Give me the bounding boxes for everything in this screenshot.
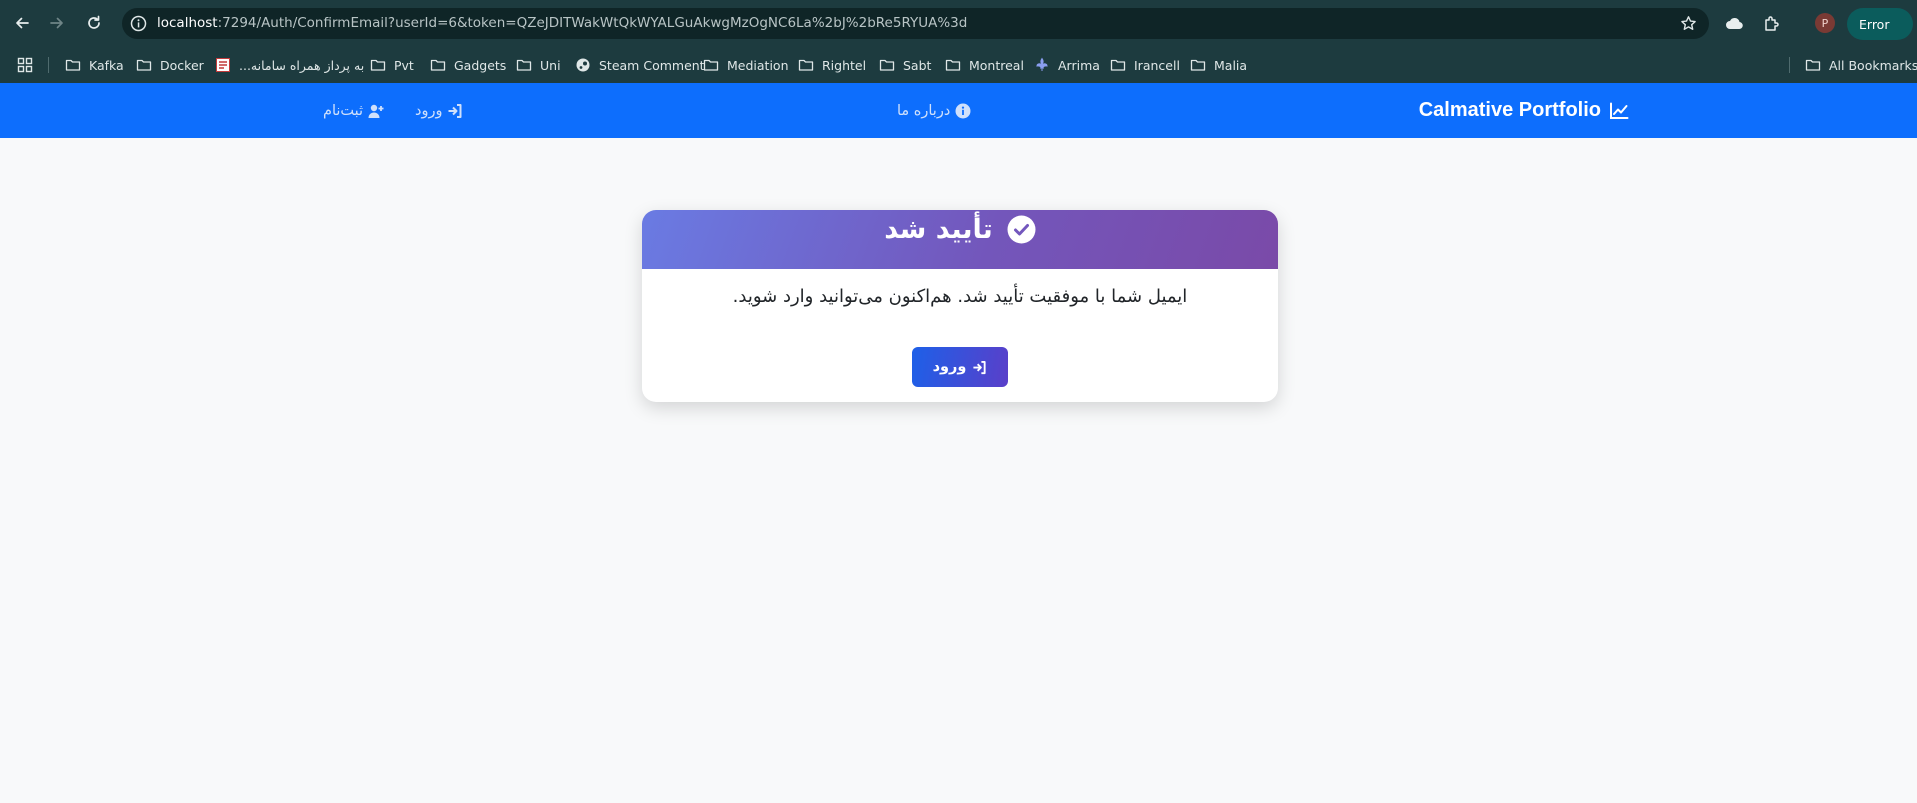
url-text[interactable]: localhost:7294/Auth/ConfirmEmail?userId=… — [157, 8, 967, 39]
bookmark-label: Steam Comment — [599, 57, 705, 73]
bookmark-kafka[interactable]: Kafka — [65, 47, 124, 83]
brand-link[interactable]: Calmative Portfolio — [1419, 83, 1629, 138]
reload-icon — [88, 15, 100, 29]
folder-icon — [879, 59, 895, 71]
back-arrow-icon — [16, 17, 29, 29]
card-header: تأیید شد — [642, 210, 1278, 269]
bookmark-malia[interactable]: Malia — [1190, 47, 1247, 83]
cloud-extension-icon[interactable] — [1725, 14, 1744, 33]
bookmark-montreal[interactable]: Montreal — [945, 47, 1024, 83]
bookmark-label: Mediation — [727, 57, 789, 73]
sign-in-icon — [973, 360, 987, 374]
bookmark-pardaz[interactable]: به پرداز همراه سامانه... — [215, 47, 364, 83]
bookmark-gadgets[interactable]: Gadgets — [430, 47, 506, 83]
user-plus-icon — [368, 104, 384, 118]
card-title: تأیید شد — [884, 214, 993, 245]
fleur-de-lis-icon — [1036, 57, 1048, 71]
folder-icon — [1190, 59, 1206, 71]
folder-icon — [370, 59, 386, 71]
bookmark-docker[interactable]: Docker — [136, 47, 204, 83]
sign-in-icon — [448, 103, 462, 118]
bookmark-rightel[interactable]: Rightel — [798, 47, 866, 83]
nav-about-link[interactable]: درباره ما — [897, 83, 971, 138]
steam-icon — [576, 58, 590, 72]
bookmark-label: Malia — [1214, 57, 1248, 73]
confirmation-message: ایمیل شما با موفقیت تأیید شد. هم‌اکنون م… — [732, 286, 1188, 307]
bookmark-pvt[interactable]: Pvt — [370, 47, 414, 83]
reload-button[interactable] — [83, 12, 105, 34]
bookmark-label: Montreal — [969, 57, 1024, 73]
confirmation-card: تأیید شد ایمیل شما با موفقیت تأیید شد. ه… — [642, 210, 1278, 402]
brand-name: Calmative Portfolio — [1418, 99, 1601, 121]
folder-icon — [1110, 59, 1126, 71]
bookmarks-separator — [1789, 57, 1790, 73]
bookmark-label: Pvt — [394, 57, 414, 73]
site-navbar: Calmative Portfolio درباره ما ورود ثبت‌ن… — [0, 83, 1917, 138]
folder-icon — [65, 59, 81, 71]
bookmark-uni[interactable]: Uni — [516, 47, 561, 83]
apps-grid-icon[interactable] — [17, 57, 33, 73]
folder-icon — [136, 59, 152, 71]
bookmark-irancell[interactable]: Irancell — [1110, 47, 1180, 83]
bookmark-label: Uni — [540, 57, 561, 73]
folder-icon — [945, 59, 961, 71]
line-chart-icon — [1610, 102, 1629, 119]
forward-arrow-icon — [50, 17, 63, 29]
login-button[interactable]: ورود — [912, 347, 1008, 387]
site-favicon — [216, 58, 230, 72]
bookmark-mediation[interactable]: Mediation — [703, 47, 789, 83]
folder-icon — [798, 59, 814, 71]
extensions-puzzle-icon[interactable] — [1762, 14, 1781, 33]
login-button-label: ورود — [932, 359, 967, 375]
all-bookmarks-label: All Bookmarks — [1829, 57, 1917, 73]
info-circle-icon — [955, 103, 971, 118]
bookmark-label: Rightel — [822, 57, 867, 73]
nav-register-label: ثبت‌نام — [323, 102, 364, 119]
bookmark-sabt[interactable]: Sabt — [879, 47, 931, 83]
profile-avatar[interactable]: P — [1815, 13, 1835, 33]
nav-register-link[interactable]: ثبت‌نام — [323, 83, 384, 138]
bookmarks-separator — [48, 57, 49, 73]
bookmark-label: Kafka — [89, 57, 124, 73]
bookmark-label: Arrima — [1058, 57, 1100, 73]
all-bookmarks-button[interactable]: All Bookmarks — [1805, 47, 1917, 83]
nav-login-label: ورود — [415, 102, 443, 119]
folder-icon — [430, 59, 446, 71]
bookmarks-bar: Kafka Docker به پرداز همراه سامانه... Pv… — [0, 47, 1917, 83]
url-host: localhost — [157, 15, 218, 31]
folder-icon — [703, 59, 719, 71]
bookmark-star-icon[interactable] — [1680, 15, 1697, 32]
check-circle-icon — [1007, 215, 1036, 244]
bookmark-label: Docker — [160, 57, 204, 73]
back-button[interactable] — [11, 12, 33, 34]
bookmark-label: Irancell — [1134, 57, 1180, 73]
site-info-icon[interactable] — [130, 15, 147, 32]
nav-about-label: درباره ما — [897, 102, 951, 119]
forward-button[interactable] — [46, 12, 68, 34]
bookmark-arrima[interactable]: Arrima — [1034, 47, 1100, 83]
address-bar[interactable]: localhost:7294/Auth/ConfirmEmail?userId=… — [122, 8, 1709, 39]
bookmark-label: به پرداز همراه سامانه... — [239, 57, 365, 73]
folder-icon — [516, 59, 532, 71]
bookmark-label: Gadgets — [454, 57, 507, 73]
nav-login-link[interactable]: ورود — [415, 83, 463, 138]
bookmark-steam-comment[interactable]: Steam Comment — [575, 47, 705, 83]
url-path: :7294/Auth/ConfirmEmail?userId=6&token=Q… — [217, 15, 968, 31]
bookmark-label: Sabt — [903, 57, 932, 73]
error-badge[interactable]: Error — [1847, 8, 1913, 40]
browser-toolbar: localhost:7294/Auth/ConfirmEmail?userId=… — [0, 0, 1917, 47]
folder-icon — [1805, 59, 1821, 71]
